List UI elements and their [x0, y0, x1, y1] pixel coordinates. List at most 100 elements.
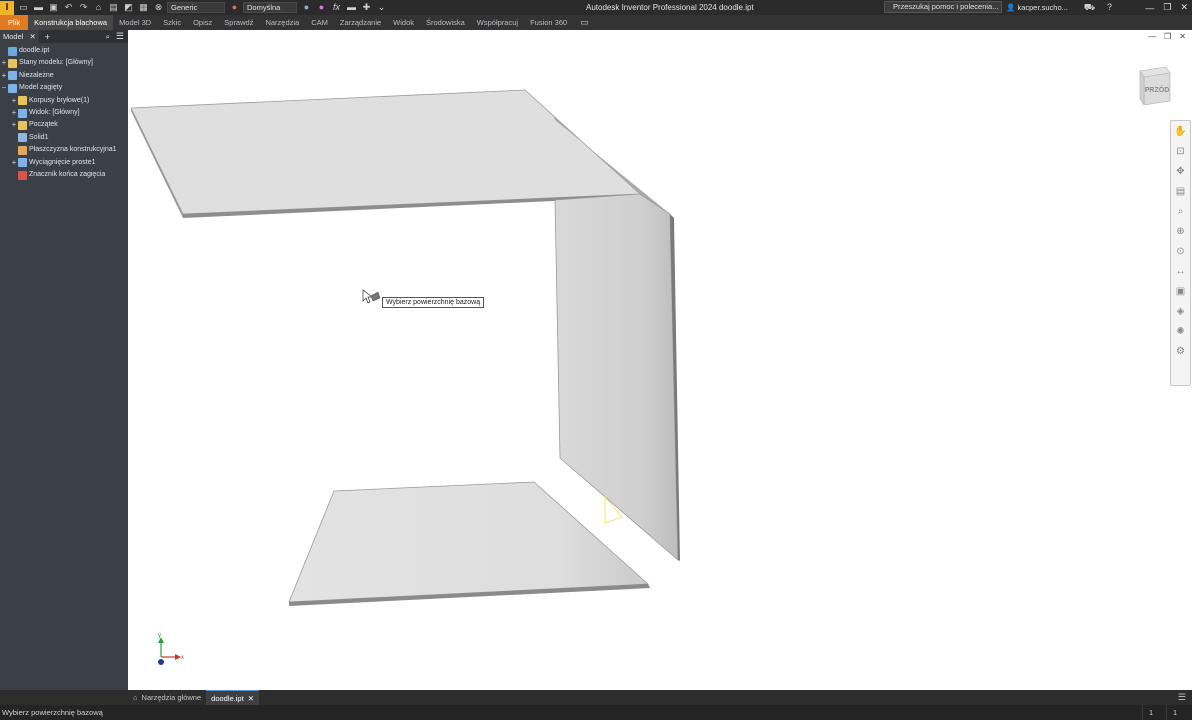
tree-expander[interactable]: +: [10, 107, 18, 119]
tree-expander[interactable]: +: [0, 57, 8, 69]
help-search-input[interactable]: Przeszukaj pomoc i polecenia...: [884, 1, 1002, 13]
select-mode-icon[interactable]: ◩: [123, 2, 134, 13]
graphics-viewport[interactable]: y x — ❐ ✕: [128, 30, 1192, 690]
x-axis-label: x: [181, 655, 184, 661]
bottom-flange-face[interactable]: [288, 481, 649, 603]
user-icon: 👤: [1006, 3, 1016, 12]
adjust-icon[interactable]: ●: [301, 2, 312, 13]
tree-item[interactable]: + Początek: [0, 119, 58, 131]
pan-icon[interactable]: ✋: [1171, 121, 1190, 141]
tree-item[interactable]: doodle.ipt: [0, 45, 49, 57]
menu-icon[interactable]: ☰: [116, 31, 124, 42]
close-icon[interactable]: ✕: [29, 30, 35, 43]
help-icon[interactable]: ?: [1104, 2, 1115, 13]
tab-inspect[interactable]: Sprawdź: [218, 15, 259, 30]
search-icon[interactable]: ⌕: [106, 32, 110, 42]
tab-3d-model[interactable]: Model 3D: [113, 15, 157, 30]
tab-menu-icon[interactable]: ☰: [1178, 692, 1186, 703]
tab-manage[interactable]: Zarządzanie: [334, 15, 387, 30]
measure-icon[interactable]: ▬: [346, 2, 357, 13]
parameters-button[interactable]: fx: [331, 2, 342, 13]
zoom-icon[interactable]: ⊙: [1171, 241, 1190, 261]
appearance-dropdown[interactable]: Generic: [167, 2, 225, 13]
customize-icon[interactable]: ⚙: [1171, 341, 1190, 361]
material-sphere-icon[interactable]: ●: [229, 2, 240, 13]
open-file-icon[interactable]: ▬: [33, 2, 44, 13]
zoom-window-icon[interactable]: ⊡: [1171, 141, 1190, 161]
tree-item[interactable]: + Stany modelu: [Główny]: [0, 57, 93, 69]
ribbon-display-toggle-icon[interactable]: ▭: [579, 17, 590, 28]
tab-tools[interactable]: Narzędzia: [259, 15, 305, 30]
user-account[interactable]: 👤 kacper.sucho...: [1006, 0, 1068, 15]
restore-icon[interactable]: ❐: [1164, 32, 1171, 41]
lighting-icon[interactable]: ✺: [1171, 321, 1190, 341]
update-icon[interactable]: ▦: [138, 2, 149, 13]
tab-view[interactable]: Widok: [387, 15, 420, 30]
vertical-wall-face[interactable]: [554, 193, 679, 561]
tab-model[interactable]: Model ✕: [0, 30, 39, 43]
section-icon[interactable]: ▣: [1171, 281, 1190, 301]
tree-item[interactable]: Znacznik końca zagięcia: [0, 169, 105, 181]
add-tab-icon[interactable]: +: [45, 32, 50, 42]
color-override-icon[interactable]: ●: [316, 2, 327, 13]
minimize-icon[interactable]: —: [1148, 32, 1156, 41]
home-icon: ⌂: [133, 693, 138, 702]
tree-item-label: Niezależne: [19, 71, 54, 79]
material-dropdown-value: Domyślna: [247, 3, 281, 12]
viewcube[interactable]: PRZÓD: [1136, 65, 1172, 105]
tab-environments[interactable]: Środowiska: [420, 15, 471, 30]
orbit-icon[interactable]: ✥: [1171, 161, 1190, 181]
save-icon[interactable]: ▣: [48, 2, 59, 13]
clear-appearance-icon[interactable]: ⊗: [153, 2, 164, 13]
material-dropdown[interactable]: Domyślna: [243, 2, 297, 13]
properties-icon[interactable]: ▤: [108, 2, 119, 13]
tree-item-label: Stany modelu: [Główny]: [19, 59, 93, 67]
home-icon[interactable]: ⌂: [93, 2, 104, 13]
close-icon[interactable]: ✕: [1179, 32, 1186, 41]
tree-expander[interactable]: +: [10, 119, 18, 131]
tab-sketch[interactable]: Szkic: [157, 15, 187, 30]
cart-icon[interactable]: ⛟: [1084, 2, 1095, 13]
new-file-icon[interactable]: ▭: [18, 2, 29, 13]
close-icon[interactable]: ✕: [248, 691, 254, 706]
minimize-icon[interactable]: —: [1145, 3, 1154, 13]
appearance-icon[interactable]: ◈: [1171, 301, 1190, 321]
top-flange-face[interactable]: [130, 89, 641, 215]
folder-icon: [18, 120, 27, 130]
model-canvas[interactable]: y x: [128, 30, 1192, 690]
tree-expander[interactable]: +: [10, 95, 18, 107]
tree-expander[interactable]: −: [0, 82, 8, 94]
look-at-icon[interactable]: ▤: [1171, 181, 1190, 201]
tree-item[interactable]: − Model zagięty: [0, 82, 62, 94]
close-icon[interactable]: ✕: [1180, 2, 1188, 13]
tree-expander[interactable]: +: [0, 70, 8, 82]
redo-icon[interactable]: ↷: [78, 2, 89, 13]
tab-sheet-metal[interactable]: Konstrukcja blachowa: [28, 15, 114, 30]
zoom-selected-icon[interactable]: ⊕: [1171, 221, 1190, 241]
tab-fusion-360[interactable]: Fusion 360: [524, 15, 573, 30]
tab-home[interactable]: ⌂ Narzędzia główne: [128, 690, 206, 705]
restore-icon[interactable]: ❐: [1163, 2, 1171, 13]
tree-item[interactable]: Solid1: [0, 132, 48, 144]
undo-icon[interactable]: ↶: [63, 2, 74, 13]
tab-doodle-ipt[interactable]: doodle.ipt ✕: [206, 690, 259, 705]
tree-item-label: Korpusy bryłowe(1): [29, 96, 90, 104]
status-count-a: 1: [1142, 705, 1153, 720]
tab-annotate[interactable]: Opisz: [187, 15, 218, 30]
tree-item[interactable]: Płaszczyzna konstrukcyjna1: [0, 144, 117, 156]
tree-expander[interactable]: +: [10, 157, 18, 169]
zoom-all-icon[interactable]: ⌕: [1171, 201, 1190, 221]
tab-collaborate[interactable]: Współpracuj: [471, 15, 524, 30]
folded-model-icon: [8, 83, 17, 93]
tree-item[interactable]: + Korpusy bryłowe(1): [0, 95, 89, 107]
tree-item[interactable]: + Widok: [Główny]: [0, 107, 80, 119]
measure-icon[interactable]: ↔: [1171, 261, 1190, 281]
document-tabs: ⌂ Narzędzia główne doodle.ipt ✕ ☰: [0, 690, 1192, 705]
tab-file[interactable]: Plik: [0, 15, 29, 30]
tab-cam[interactable]: CAM: [305, 15, 334, 30]
tree-item[interactable]: + Niezależne: [0, 70, 54, 82]
add-icon[interactable]: ✚: [361, 2, 372, 13]
more-icon[interactable]: ⌄: [376, 2, 387, 13]
inventor-logo[interactable]: I: [0, 0, 14, 15]
tree-item[interactable]: + Wyciągnięcie proste1: [0, 157, 95, 169]
